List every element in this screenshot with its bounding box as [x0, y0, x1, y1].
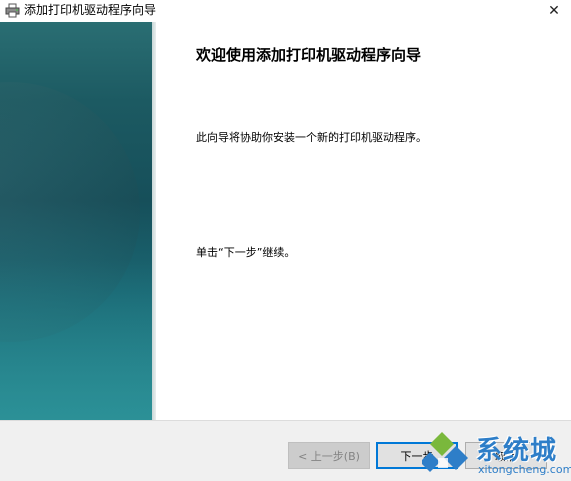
close-button[interactable]: ✕ [537, 0, 571, 22]
watermark-logo-icon [420, 430, 474, 480]
printer-icon [5, 3, 20, 18]
intro-text: 此向导将协助你安装一个新的打印机驱动程序。 [196, 131, 427, 144]
page-title: 欢迎使用添加打印机驱动程序向导 [196, 46, 422, 64]
watermark: 系统城 xitongcheng.com [418, 426, 571, 481]
window-title: 添加打印机驱动程序向导 [24, 3, 157, 17]
watermark-brand: 系统城 [476, 436, 558, 466]
back-button[interactable]: < 上一步(B) [288, 442, 370, 469]
side-panel-glow [0, 260, 152, 420]
continue-hint: 单击“下一步”继续。 [196, 246, 296, 259]
watermark-url: xitongcheng.com [478, 463, 571, 476]
close-icon: ✕ [548, 3, 560, 19]
side-panel-edge [152, 22, 156, 420]
title-bar: 添加打印机驱动程序向导 ✕ [0, 0, 571, 22]
wizard-side-panel [0, 22, 152, 420]
